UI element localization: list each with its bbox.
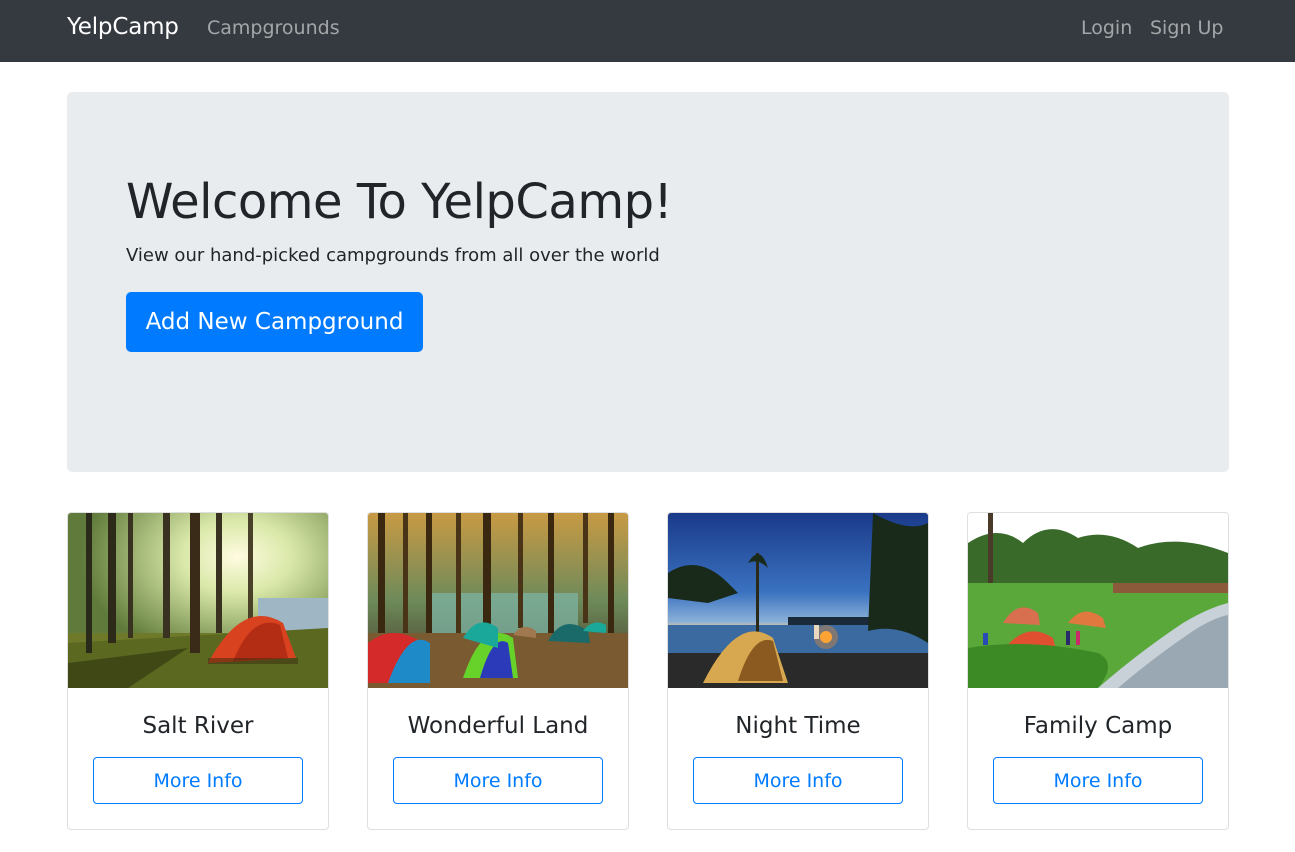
signup-nav-link[interactable]: Sign Up (1150, 17, 1223, 39)
campground-name: Salt River (142, 713, 254, 739)
page-subtitle: View our hand-picked campgrounds from al… (126, 245, 660, 266)
top-navbar: YelpCamp Campgrounds Login Sign Up (0, 0, 1295, 62)
campground-name: Wonderful Land (407, 713, 589, 739)
campground-card: Night Time More Info (667, 512, 929, 830)
campground-name: Night Time (735, 713, 861, 739)
campground-image[interactable] (968, 513, 1228, 688)
more-info-button[interactable]: More Info (393, 757, 603, 804)
campground-name: Family Camp (1023, 713, 1173, 739)
brand-link[interactable]: YelpCamp (67, 14, 179, 40)
campgrounds-nav-link[interactable]: Campgrounds (207, 17, 340, 39)
campground-image[interactable] (68, 513, 328, 688)
login-nav-link[interactable]: Login (1081, 17, 1132, 39)
more-info-button[interactable]: More Info (993, 757, 1203, 804)
campground-image[interactable] (668, 513, 928, 688)
jumbotron: Welcome To YelpCamp! View our hand-picke… (67, 92, 1229, 472)
more-info-button[interactable]: More Info (693, 757, 903, 804)
add-new-campground-button[interactable]: Add New Campground (126, 292, 423, 352)
campground-card: Family Camp More Info (967, 512, 1229, 830)
campground-card: Salt River More Info (67, 512, 329, 830)
more-info-button[interactable]: More Info (93, 757, 303, 804)
campground-image[interactable] (368, 513, 628, 688)
page-title: Welcome To YelpCamp! (126, 174, 673, 230)
campground-card: Wonderful Land More Info (367, 512, 629, 830)
